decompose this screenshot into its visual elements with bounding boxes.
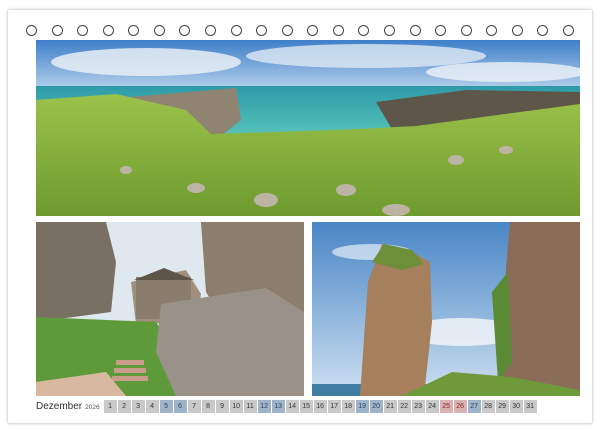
day-cell: 6 (173, 399, 187, 413)
day-cell: 10 (229, 399, 243, 413)
binding-ring (307, 25, 319, 36)
day-cell: 1 (103, 399, 117, 413)
binding-ring (358, 25, 370, 36)
binding-ring (563, 25, 574, 36)
binding-ring (486, 25, 498, 36)
month-label: Dezember 2026 (36, 400, 100, 412)
binding-ring (256, 25, 268, 36)
calendar-strip: Dezember 2026 1 2 3 4 5 6 7 8 9 10 11 12 13 14 15 16 17 18… (36, 399, 580, 413)
binding-ring (205, 25, 216, 36)
binding-rings (26, 25, 574, 37)
day-cell: 29 (495, 399, 509, 413)
day-cell: 8 (201, 399, 215, 413)
day-cell: 27 (467, 399, 481, 413)
day-cell: 30 (509, 399, 523, 413)
binding-ring (281, 25, 293, 36)
binding-ring (102, 25, 114, 36)
day-cell: 4 (145, 399, 159, 413)
binding-ring (511, 25, 523, 36)
day-cell: 25 (439, 399, 453, 413)
day-cell: 17 (327, 399, 341, 413)
day-cell: 9 (215, 399, 229, 413)
day-cell: 22 (397, 399, 411, 413)
binding-ring (51, 25, 63, 36)
day-cell: 18 (341, 399, 355, 413)
day-cell: 11 (243, 399, 257, 413)
binding-ring (384, 25, 395, 36)
day-cell: 12 (257, 399, 271, 413)
binding-ring (230, 25, 242, 36)
binding-ring (460, 25, 472, 36)
binding-ring (179, 25, 191, 36)
calendar-page: Dezember 2026 1 2 3 4 5 6 7 8 9 10 11 12 13 14 15 16 17 18… (8, 10, 592, 423)
binding-ring (26, 25, 37, 36)
photo-stone-chapel-in-cliffs (36, 222, 304, 396)
binding-ring (128, 25, 140, 36)
day-cell: 20 (369, 399, 383, 413)
day-cell: 31 (523, 399, 537, 413)
binding-ring (332, 25, 344, 36)
binding-ring (537, 25, 549, 36)
day-cell: 23 (411, 399, 425, 413)
day-cell: 19 (355, 399, 369, 413)
binding-ring (77, 25, 89, 36)
day-cells: 1 2 3 4 5 6 7 8 9 10 11 12 13 14 15 16 17 18 19 20 21 22 23 24 2… (103, 399, 537, 413)
day-cell: 26 (453, 399, 467, 413)
year-label: 2026 (85, 403, 100, 411)
day-cell: 15 (299, 399, 313, 413)
day-cell: 5 (159, 399, 173, 413)
photo-panorama-coastline (36, 40, 580, 216)
day-cell: 28 (481, 399, 495, 413)
day-cell: 16 (313, 399, 327, 413)
binding-ring (435, 25, 447, 36)
day-cell: 2 (117, 399, 131, 413)
day-cell: 13 (271, 399, 285, 413)
day-cell: 14 (285, 399, 299, 413)
photo-rock-stack-pillar (312, 222, 580, 396)
day-cell: 24 (425, 399, 439, 413)
day-cell: 3 (131, 399, 145, 413)
binding-ring (409, 25, 421, 36)
day-cell: 21 (383, 399, 397, 413)
day-cell: 7 (187, 399, 201, 413)
binding-ring (153, 25, 165, 36)
